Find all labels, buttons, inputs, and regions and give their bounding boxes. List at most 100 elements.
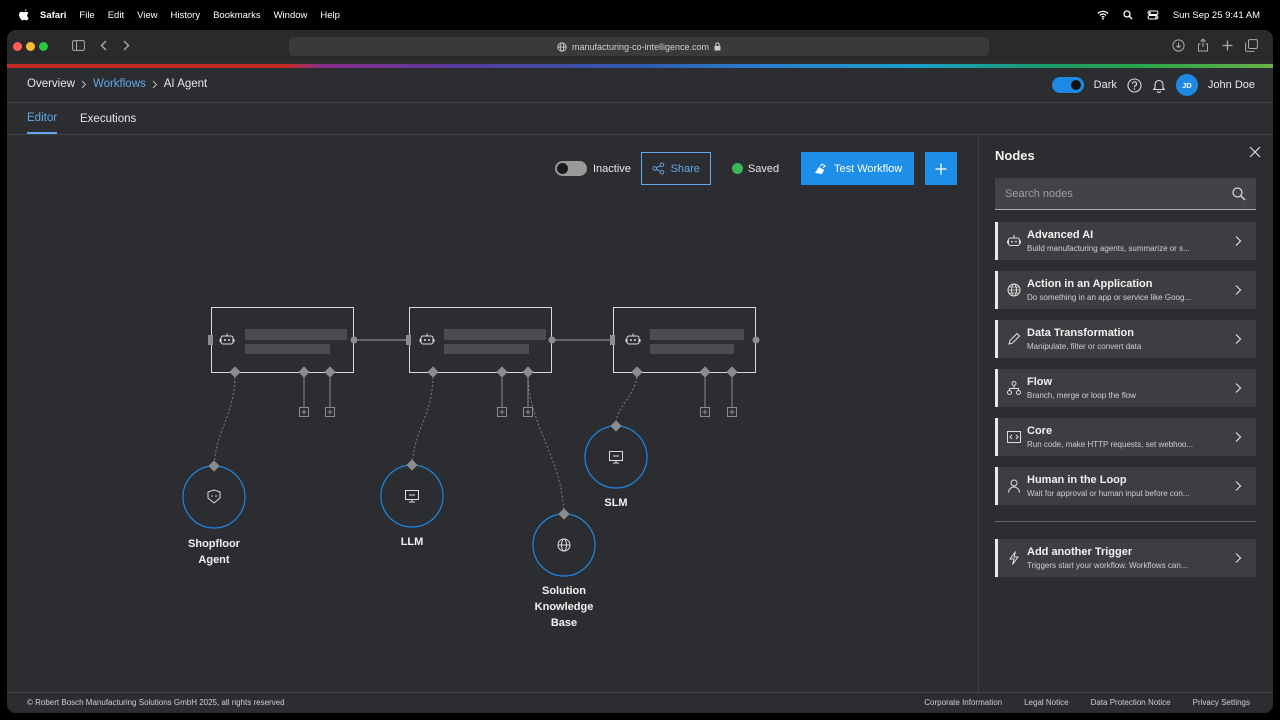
node-category-title: Data Transformation bbox=[1027, 327, 1134, 339]
node-category-desc: Wait for approval or human input before … bbox=[1027, 489, 1190, 498]
node-category-title: Flow bbox=[1027, 376, 1053, 388]
node-category-data-transformation[interactable]: Data Transformation Manipulate, filter o… bbox=[995, 320, 1256, 358]
chevron-right-icon bbox=[152, 80, 157, 88]
menu-window[interactable]: Window bbox=[274, 10, 308, 21]
menu-bar-clock[interactable]: Sun Sep 25 9:41 AM bbox=[1173, 10, 1260, 21]
nodes-panel-title: Nodes bbox=[995, 148, 1035, 163]
node-category-action-in-app[interactable]: Action in an Application Do something in… bbox=[995, 271, 1256, 309]
menu-file[interactable]: File bbox=[79, 10, 94, 21]
search-nodes-input[interactable]: Search nodes bbox=[995, 178, 1256, 210]
chevron-right-icon bbox=[1235, 236, 1242, 246]
address-bar[interactable]: manufacturing-co-intelligence.com bbox=[289, 37, 989, 56]
node-category-flow[interactable]: Flow Branch, merge or loop the flow bbox=[995, 369, 1256, 407]
url-text: manufacturing-co-intelligence.com bbox=[571, 41, 710, 52]
copyright-text: © Robert Bosch Manufacturing Solutions G… bbox=[27, 698, 285, 707]
code-icon bbox=[1007, 431, 1021, 443]
node-category-desc: Run code, make HTTP requests, set webhoo… bbox=[1027, 440, 1194, 449]
workflow-canvas[interactable]: Inactive Share Saved Test Workflow Shopf… bbox=[7, 136, 978, 692]
agent-node-1[interactable] bbox=[208, 307, 358, 373]
node-2-handles[interactable] bbox=[427, 366, 534, 417]
label-line: Base bbox=[550, 617, 578, 629]
footer-link-privacy[interactable]: Privacy Settings bbox=[1193, 698, 1250, 707]
chevron-right-icon bbox=[1235, 432, 1242, 442]
spotlight-search-icon[interactable] bbox=[1123, 10, 1133, 20]
trigger-desc: Triggers start your workflow. Workflows … bbox=[1027, 561, 1188, 570]
window-minimize-button[interactable] bbox=[26, 42, 35, 51]
menu-history[interactable]: History bbox=[171, 10, 201, 21]
menu-edit[interactable]: Edit bbox=[108, 10, 124, 21]
lightning-icon bbox=[1009, 551, 1019, 565]
monitor-chip-icon bbox=[405, 490, 419, 503]
panel-divider bbox=[995, 521, 1256, 522]
help-icon[interactable] bbox=[1127, 77, 1142, 93]
llm-node[interactable] bbox=[380, 459, 444, 528]
robot-icon bbox=[419, 333, 435, 345]
search-icon[interactable] bbox=[1232, 187, 1246, 201]
connection-curve bbox=[213, 372, 236, 467]
node-category-advanced-ai[interactable]: Advanced AI Build manufacturing agents, … bbox=[995, 222, 1256, 260]
chevron-right-icon bbox=[1235, 553, 1242, 563]
node-category-title: Core bbox=[1027, 425, 1053, 437]
node-category-core[interactable]: Core Run code, make HTTP requests, set w… bbox=[995, 418, 1256, 456]
chevron-right-icon bbox=[1235, 383, 1242, 393]
app-header: Overview Workflows AI Agent Dark JD John… bbox=[7, 68, 1273, 103]
download-icon[interactable] bbox=[1172, 39, 1185, 52]
node-category-desc: Do something in an app or service like G… bbox=[1027, 293, 1192, 302]
footer-link-data-protection[interactable]: Data Protection Notice bbox=[1091, 698, 1171, 707]
forward-arrow-icon[interactable] bbox=[123, 40, 130, 51]
tab-bar: Editor Executions bbox=[7, 103, 1273, 135]
notification-bell-icon[interactable] bbox=[1152, 78, 1166, 93]
apple-logo-icon[interactable] bbox=[18, 8, 30, 22]
slm-node[interactable] bbox=[584, 420, 648, 489]
globe-icon bbox=[1007, 283, 1021, 297]
user-area: Dark JD John Doe bbox=[1051, 74, 1255, 96]
agent-node-3[interactable] bbox=[610, 307, 760, 373]
menu-bookmarks[interactable]: Bookmarks bbox=[213, 10, 261, 21]
wifi-icon[interactable] bbox=[1097, 10, 1109, 20]
user-avatar[interactable]: JD bbox=[1175, 74, 1198, 96]
node-category-human-in-loop[interactable]: Human in the Loop Wait for approval or h… bbox=[995, 467, 1256, 505]
person-icon bbox=[1008, 479, 1020, 493]
dark-mode-toggle[interactable] bbox=[1051, 77, 1084, 93]
breadcrumb-workflows[interactable]: Workflows bbox=[93, 78, 146, 90]
tab-editor[interactable]: Editor bbox=[27, 103, 58, 134]
llm-label: LLM bbox=[400, 536, 424, 548]
footer-link-corporate[interactable]: Corporate Information bbox=[924, 698, 1002, 707]
control-center-icon[interactable] bbox=[1147, 10, 1159, 20]
node-category-desc: Branch, merge or loop the flow bbox=[1027, 391, 1136, 400]
close-icon[interactable] bbox=[1249, 146, 1261, 158]
window-close-button[interactable] bbox=[13, 42, 22, 51]
tab-overview-icon[interactable] bbox=[1245, 39, 1258, 52]
solution-knowledge-base-label: Solution Knowledge Base bbox=[519, 583, 609, 631]
breadcrumb-overview[interactable]: Overview bbox=[27, 78, 75, 90]
workflow-diagram bbox=[182, 307, 760, 577]
add-trigger-item[interactable]: Add another Trigger Triggers start your … bbox=[995, 539, 1256, 577]
macos-menu-bar: Safari File Edit View History Bookmarks … bbox=[0, 0, 1280, 30]
node-category-title: Action in an Application bbox=[1027, 278, 1153, 290]
node-1-handles[interactable] bbox=[229, 366, 336, 417]
menu-view[interactable]: View bbox=[137, 10, 157, 21]
lock-icon bbox=[714, 42, 721, 51]
window-maximize-button[interactable] bbox=[39, 42, 48, 51]
new-tab-plus-icon[interactable] bbox=[1222, 40, 1233, 51]
user-name[interactable]: John Doe bbox=[1208, 79, 1255, 91]
globe-icon bbox=[557, 538, 571, 552]
lion-shield-icon bbox=[207, 489, 221, 504]
sidebar-toggle-icon[interactable] bbox=[72, 40, 85, 51]
tab-executions[interactable]: Executions bbox=[80, 103, 136, 134]
node-3-handles[interactable] bbox=[631, 366, 738, 417]
solution-knowledge-base-node[interactable] bbox=[532, 508, 596, 577]
nodes-panel: Nodes Search nodes Advanced AI Build man… bbox=[978, 136, 1273, 692]
agent-node-2[interactable] bbox=[406, 307, 556, 373]
menu-help[interactable]: Help bbox=[320, 10, 340, 21]
connection-curve bbox=[411, 372, 434, 466]
share-sheet-icon[interactable] bbox=[1197, 38, 1209, 52]
trigger-title: Add another Trigger bbox=[1027, 546, 1133, 558]
shopfloor-agent-node[interactable] bbox=[182, 460, 246, 529]
chevron-right-icon bbox=[81, 80, 87, 88]
connection-curve bbox=[527, 372, 565, 515]
footer-link-legal[interactable]: Legal Notice bbox=[1024, 698, 1068, 707]
node-category-title: Human in the Loop bbox=[1027, 474, 1127, 486]
menu-app-name[interactable]: Safari bbox=[40, 10, 66, 21]
back-arrow-icon[interactable] bbox=[100, 40, 107, 51]
